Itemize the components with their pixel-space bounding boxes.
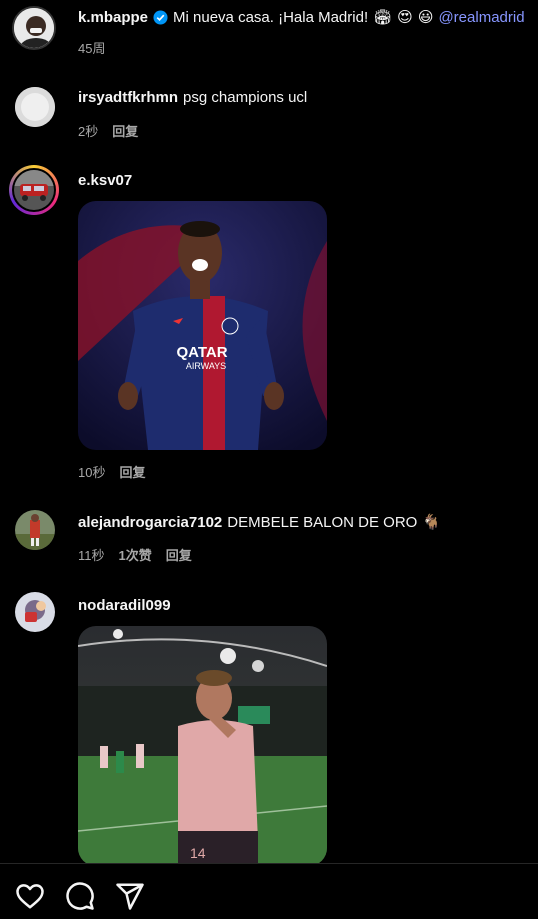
bottom-action-bar xyxy=(0,863,538,919)
jersey-sponsor-top: QATAR xyxy=(176,344,227,361)
comments-page: k.mbappe Mi nueva casa. ¡Hala Madrid! 🏟 … xyxy=(0,0,538,919)
jersey-number: 14 xyxy=(190,845,206,861)
comment-item: irsyadtfkrhmn psg champions ucl 2秒 回复 xyxy=(0,82,538,142)
comment-text: DEMBELE BALON DE ORO xyxy=(227,513,418,531)
comment-gif[interactable]: 14 xyxy=(78,626,327,866)
avatar[interactable] xyxy=(15,510,55,550)
mention-link[interactable]: @realmadrid xyxy=(438,9,524,26)
share-icon[interactable] xyxy=(115,881,145,911)
verified-badge-icon xyxy=(153,9,168,25)
avatar[interactable] xyxy=(15,592,55,632)
avatar[interactable] xyxy=(15,87,55,127)
jersey-sponsor-bottom: AIRWAYS xyxy=(186,361,226,371)
caption-text: Mi nueva casa. ¡Hala Madrid! xyxy=(173,8,369,26)
username[interactable]: e.ksv07 xyxy=(78,172,132,189)
reply-button[interactable]: 回复 xyxy=(112,121,138,140)
reply-button[interactable]: 回复 xyxy=(166,545,192,564)
post-time: 45周 xyxy=(78,41,106,56)
avatar-image xyxy=(14,8,54,48)
comment-item: e.ksv07 QATAR AIRWAYS 10秒 回复 xyxy=(0,165,538,485)
gif-player-celebration: QATAR AIRWAYS xyxy=(78,201,327,450)
comment-icon[interactable] xyxy=(65,881,95,911)
goat-emoji: 🐐 xyxy=(422,514,442,531)
likes-count[interactable]: 1次赞 xyxy=(119,545,152,564)
reply-button[interactable]: 回复 xyxy=(119,462,145,481)
username[interactable]: nodaradil099 xyxy=(78,597,171,614)
avatar[interactable] xyxy=(12,6,56,50)
heart-icon[interactable] xyxy=(15,881,45,911)
avatar-image xyxy=(14,170,54,210)
username[interactable]: irsyadtfkrhmn xyxy=(78,89,178,106)
comment-item: nodaradil099 14 xyxy=(0,590,538,866)
comment-time: 11秒 xyxy=(78,548,105,563)
username[interactable]: k.mbappe xyxy=(78,9,148,26)
post-caption-row: k.mbappe Mi nueva casa. ¡Hala Madrid! 🏟 … xyxy=(0,0,538,60)
comment-time: 2秒 xyxy=(78,124,99,139)
avatar-image xyxy=(15,510,55,550)
comment-gif[interactable]: QATAR AIRWAYS xyxy=(78,201,327,450)
gif-stadium-celebration: 14 xyxy=(78,626,327,866)
avatar-image xyxy=(15,592,55,632)
comment-text: psg champions ucl xyxy=(183,89,308,106)
avatar[interactable] xyxy=(9,165,59,215)
comment-item: alejandrogarcia7102 DEMBELE BALON DE ORO… xyxy=(0,505,538,565)
comment-time: 10秒 xyxy=(78,465,106,480)
heart-eyes-emoji: 😍 xyxy=(397,9,413,26)
username[interactable]: alejandrogarcia7102 xyxy=(78,514,222,531)
stadium-emoji: 🏟 xyxy=(373,9,393,26)
default-avatar-icon xyxy=(15,87,55,127)
smile-emoji: 😃 xyxy=(417,9,434,26)
